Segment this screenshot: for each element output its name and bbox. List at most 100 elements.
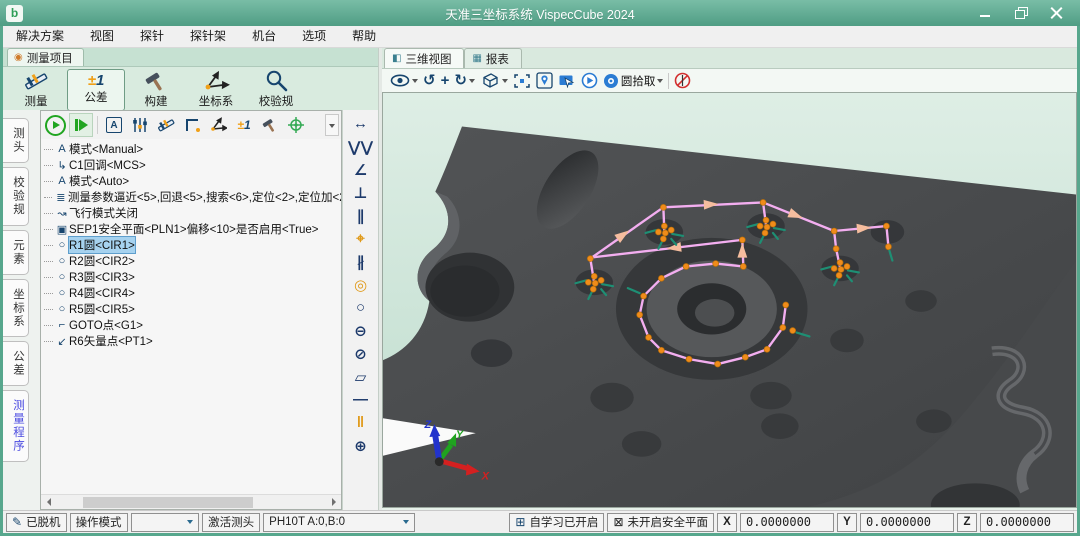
- view-tab-label: 报表: [486, 51, 509, 67]
- tree-item-measure-params[interactable]: ≣ 测量参数逼近<5>,回退<5>,搜索<6>,定位<2>,定位加<2>,测量: [41, 189, 341, 205]
- cube-icon: [480, 72, 500, 89]
- tree-item-fly-mode[interactable]: ↝ 飞行模式关闭: [41, 205, 341, 221]
- tree-item-r2-circle[interactable]: ○ R2圆<CIR2>: [41, 253, 341, 269]
- roundness-icon[interactable]: ○: [347, 296, 375, 319]
- tree-item-icon: ○: [55, 287, 69, 299]
- menu-item[interactable]: 选项: [289, 26, 339, 47]
- concentricity-icon[interactable]: ◎: [347, 273, 375, 296]
- tree-item-mode-manual[interactable]: A 模式<Manual>: [41, 141, 341, 157]
- profile-icon[interactable]: ⋁⋁: [347, 135, 375, 158]
- toolbar-overflow-button[interactable]: [325, 114, 339, 136]
- project-icon: ◉: [14, 53, 23, 63]
- scroll-right-arrow[interactable]: [327, 496, 341, 509]
- orbit-icon: ↺: [423, 73, 436, 88]
- side-tab[interactable]: 公差: [3, 341, 29, 386]
- side-tab[interactable]: 测头: [3, 118, 29, 163]
- tolerance-button[interactable]: ±1 公差: [67, 69, 125, 111]
- tree-item-c1-recall[interactable]: ↳ C1回调<MCS>: [41, 157, 341, 173]
- runout-icon[interactable]: ⊘: [347, 342, 375, 365]
- auto-label-button[interactable]: A: [102, 113, 126, 137]
- circle-pick-dropdown[interactable]: 圆拾取: [603, 71, 664, 91]
- horizontal-scrollbar[interactable]: [41, 494, 341, 509]
- construct-small-button[interactable]: [258, 113, 282, 137]
- cube-view-button[interactable]: [480, 71, 508, 91]
- hud-disable-button[interactable]: [674, 71, 691, 91]
- tab-report[interactable]: ▦ 报表: [464, 48, 521, 68]
- offline-status: ✎ 已脱机: [6, 513, 67, 532]
- menu-item[interactable]: 帮助: [339, 26, 389, 47]
- tree-item-r6-vector-point[interactable]: ↙ R6矢量点<PT1>: [41, 333, 341, 349]
- tree-item-mode-auto[interactable]: A 模式<Auto>: [41, 173, 341, 189]
- maximize-button[interactable]: [1014, 7, 1028, 19]
- tolerance-small-button[interactable]: ±1: [232, 113, 256, 137]
- run-button[interactable]: [43, 113, 67, 137]
- title-bar: b 天准三坐标系统 VispecCube 2024: [0, 0, 1080, 26]
- tree-item-r4-circle[interactable]: ○ R4圆<CIR4>: [41, 285, 341, 301]
- total-runout-icon[interactable]: ⊕: [347, 434, 375, 457]
- tree-item-r5-circle[interactable]: ○ R5圆<CIR5>: [41, 301, 341, 317]
- measure-element-button[interactable]: [154, 113, 178, 137]
- menu-item[interactable]: 探针架: [177, 26, 239, 47]
- orbit-button[interactable]: ↺: [423, 71, 436, 91]
- probe-select[interactable]: PH10T A:0,B:0: [263, 513, 415, 532]
- minimize-button[interactable]: [978, 7, 992, 19]
- tree-item-label: C1回调<MCS>: [69, 157, 146, 173]
- locate-button[interactable]: [536, 71, 553, 91]
- angularity-icon[interactable]: ∠: [347, 158, 375, 181]
- pan-icon: +: [441, 73, 450, 88]
- side-tab[interactable]: 元素: [3, 230, 29, 275]
- distance-icon[interactable]: ↔: [347, 112, 375, 135]
- construct-button[interactable]: 构建: [127, 69, 185, 111]
- side-tab[interactable]: 校验规: [3, 167, 29, 226]
- 3d-viewport[interactable]: X Y Z: [382, 92, 1077, 508]
- tree-item-r1-circle[interactable]: ○ R1圆<CIR1>: [41, 237, 341, 253]
- symmetry-icon[interactable]: ∦: [347, 250, 375, 273]
- parallel-bars-icon[interactable]: ‖: [347, 411, 375, 434]
- play-view-button[interactable]: [581, 71, 598, 91]
- select-mode-button[interactable]: [558, 71, 576, 91]
- tree-item-safety-plane[interactable]: ▣ SEP1安全平面<PLN1>偏移<10>是否启用<True>: [41, 221, 341, 237]
- menu-item[interactable]: 视图: [77, 26, 127, 47]
- left-panel-body: 测头校验规元素坐标系公差测量程序 A: [3, 110, 378, 510]
- op-mode-select[interactable]: [131, 513, 200, 532]
- close-button[interactable]: [1050, 7, 1064, 19]
- menu-item[interactable]: 解决方案: [3, 26, 77, 47]
- rotate-view-button[interactable]: ↻: [454, 71, 475, 91]
- coordsys-button[interactable]: 坐标系: [187, 69, 245, 111]
- scroll-left-arrow[interactable]: [41, 496, 55, 509]
- position-icon[interactable]: ⌖: [347, 227, 375, 250]
- coord-axis-label: X: [717, 513, 737, 532]
- view-axis-button[interactable]: [284, 113, 308, 137]
- side-tab[interactable]: 测量程序: [3, 390, 29, 462]
- tree-item-icon: ↙: [55, 335, 69, 348]
- tab-3d-view[interactable]: ◧ 三维视图: [384, 48, 464, 68]
- flatness-icon[interactable]: ▱: [347, 365, 375, 388]
- params-button[interactable]: [128, 113, 152, 137]
- straightness-icon[interactable]: —: [347, 388, 375, 411]
- z-axis-label: Z: [423, 419, 431, 431]
- safety-plane-status[interactable]: ⊠ 未开启安全平面: [607, 513, 714, 532]
- scroll-thumb[interactable]: [83, 497, 253, 508]
- goto-button[interactable]: [180, 113, 204, 137]
- cylindricity-icon[interactable]: ⊖: [347, 319, 375, 342]
- eye-view-button[interactable]: [390, 71, 418, 91]
- menu-item[interactable]: 探针: [127, 26, 177, 47]
- perpendicularity-icon[interactable]: ⊥: [347, 181, 375, 204]
- tab-measure-project[interactable]: ◉ 测量项目: [7, 48, 84, 66]
- step-run-button[interactable]: [69, 113, 93, 137]
- tree-item-r3-circle[interactable]: ○ R3圆<CIR3>: [41, 269, 341, 285]
- fit-view-button[interactable]: [513, 71, 531, 91]
- pan-button[interactable]: +: [441, 71, 450, 91]
- view-tab-label: 三维视图: [405, 51, 451, 67]
- gauge-button[interactable]: 校验规: [247, 69, 305, 111]
- tree-item-icon: ↳: [55, 159, 69, 172]
- coordsys-small-button[interactable]: [206, 113, 230, 137]
- rotate-icon: ↻: [454, 73, 467, 88]
- coord-value: 0.0000000: [980, 513, 1074, 532]
- parallelism-icon[interactable]: ∥: [347, 204, 375, 227]
- measure-button[interactable]: 测量: [7, 69, 65, 111]
- self-learn-status[interactable]: ⊞ 自学习已开启: [509, 513, 604, 532]
- side-tab[interactable]: 坐标系: [3, 279, 29, 338]
- tree-item-goto-point[interactable]: ⌐ GOTO点<G1>: [41, 317, 341, 333]
- menu-item[interactable]: 机台: [239, 26, 289, 47]
